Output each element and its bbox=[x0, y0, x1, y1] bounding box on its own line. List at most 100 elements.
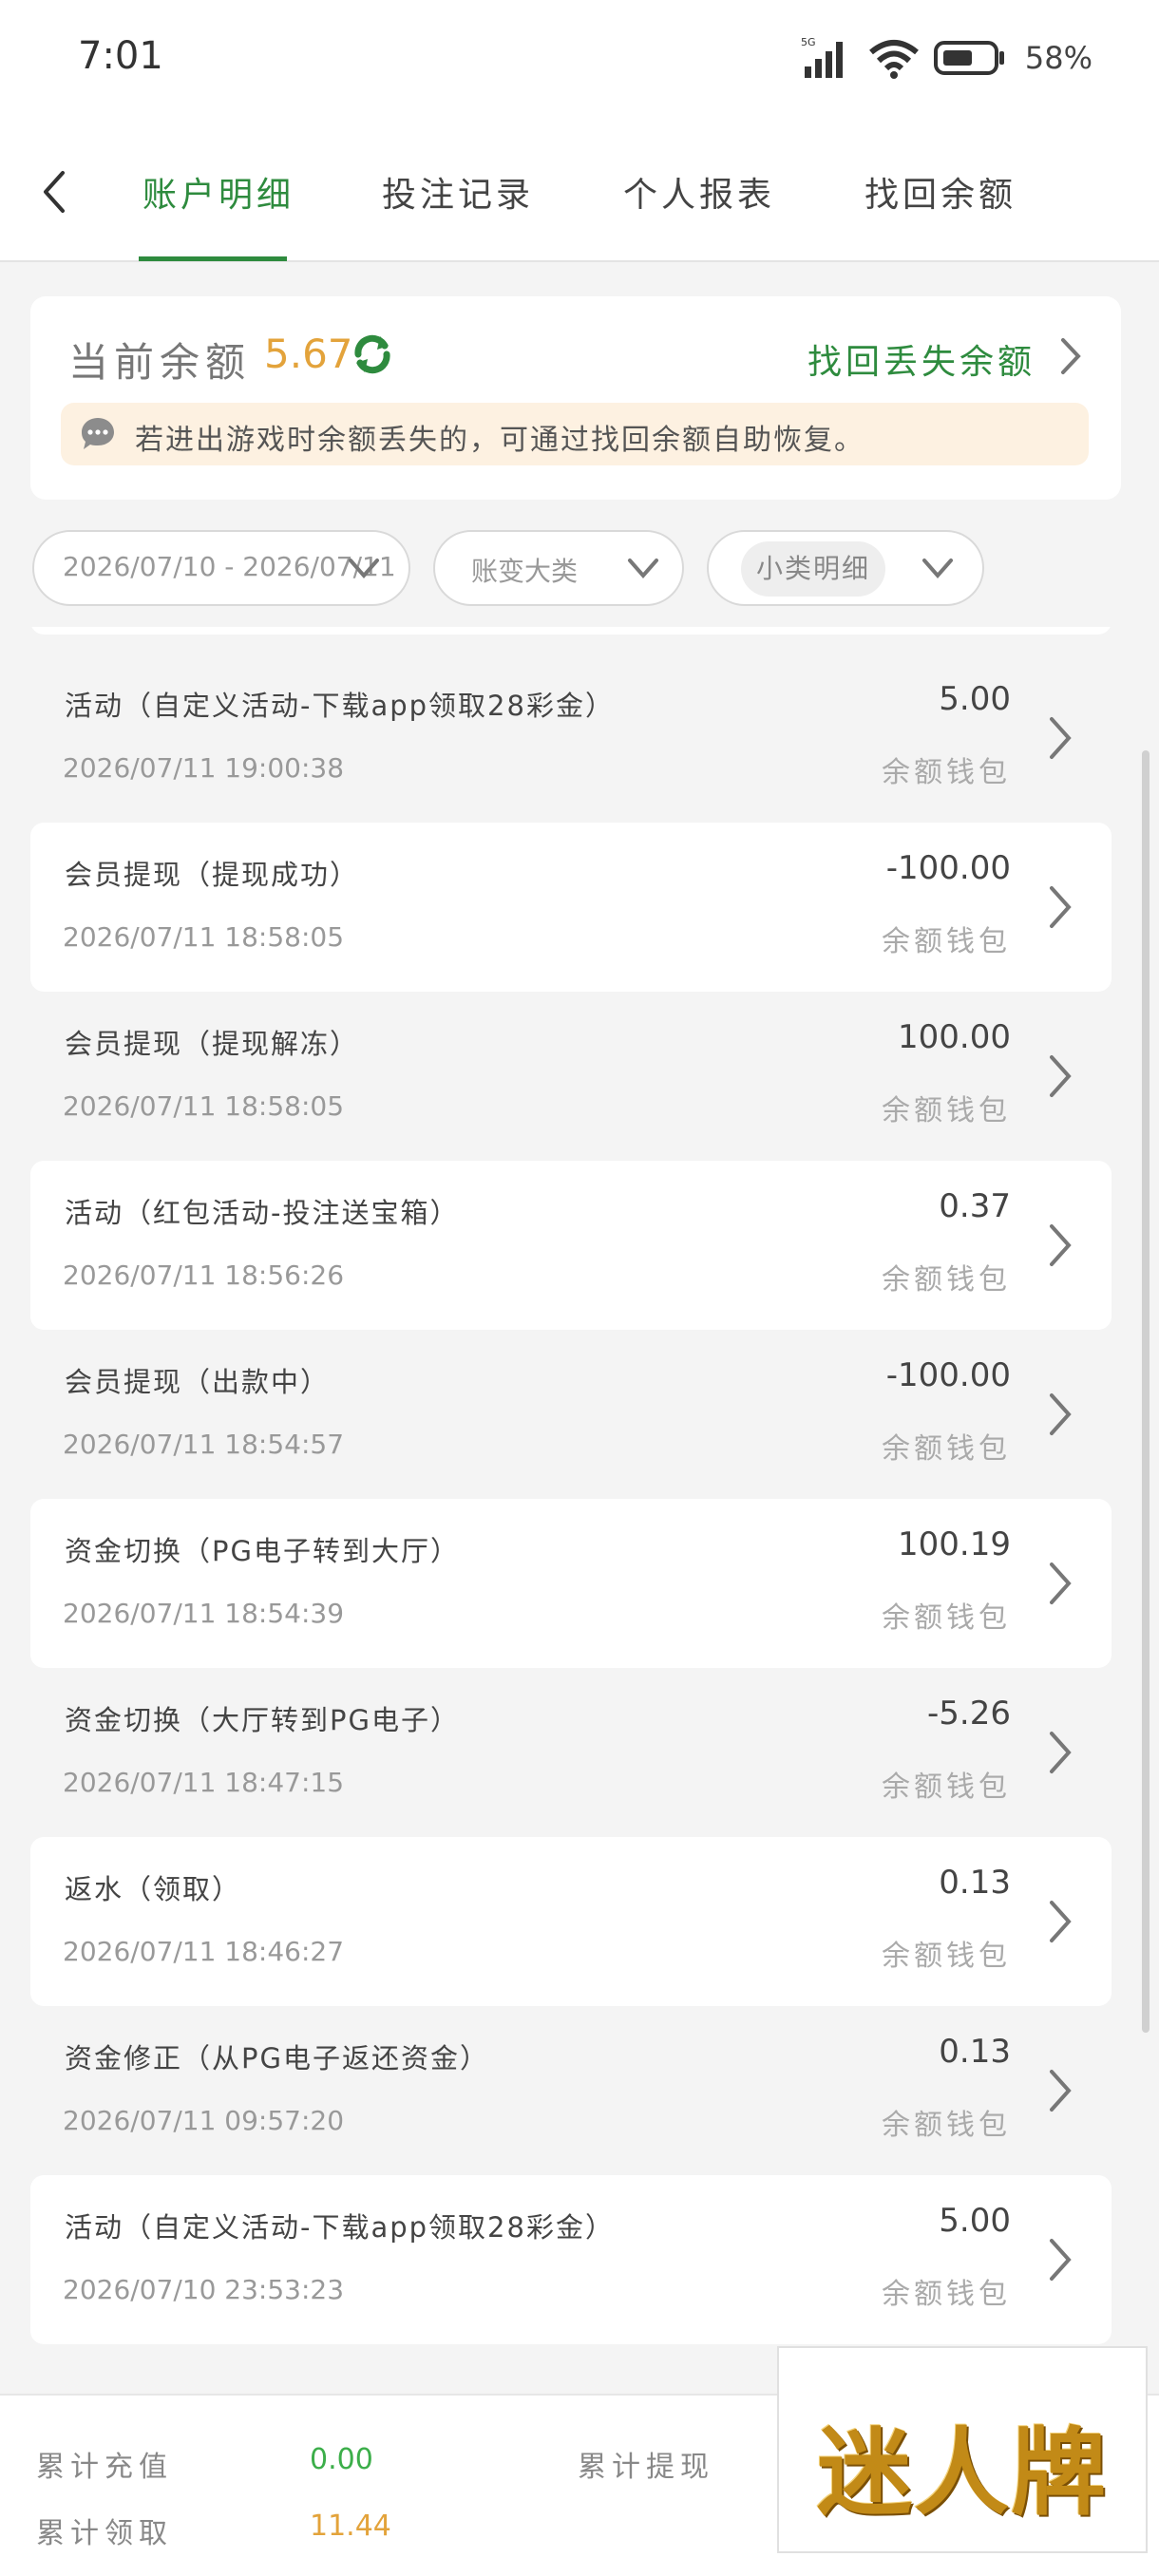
back-arrow-icon[interactable] bbox=[34, 163, 72, 220]
list-item[interactable]: 会员提现（提现解冻） 2026/07/11 18:58:05 100.00 余额… bbox=[30, 992, 1112, 1161]
header: 账户明细 投注记录 个人报表 找回余额 bbox=[0, 114, 1159, 262]
chevron-down-icon bbox=[922, 559, 953, 579]
tab-bet-records[interactable]: 投注记录 bbox=[382, 167, 534, 217]
status-icons: 5G 58% bbox=[801, 36, 1092, 80]
network-type: 5G bbox=[801, 36, 816, 48]
wallet-label: 余额钱包 bbox=[882, 1771, 1011, 1804]
transaction-time: 2026/07/11 18:54:39 bbox=[63, 1598, 345, 1629]
balance-label: 当前余额 bbox=[68, 339, 252, 386]
wallet-label: 余额钱包 bbox=[882, 925, 1011, 958]
tab-retrieve-balance[interactable]: 找回余额 bbox=[864, 167, 1016, 217]
transaction-time: 2026/07/10 23:53:23 bbox=[63, 2274, 345, 2305]
chevron-right-icon[interactable] bbox=[1058, 336, 1083, 376]
wallet-label: 余额钱包 bbox=[882, 1601, 1011, 1635]
chevron-right-icon bbox=[1050, 1224, 1072, 1266]
retrieve-lost-balance-link[interactable]: 找回丢失余额 bbox=[808, 334, 1036, 384]
claim-total-label: 累计领取 bbox=[36, 2517, 173, 2550]
list-item[interactable]: 会员提现（提现成功） 2026/07/11 18:58:05 -100.00 余… bbox=[30, 823, 1112, 992]
chevron-right-icon bbox=[1050, 717, 1072, 759]
chevron-down-icon bbox=[628, 559, 658, 579]
wallet-label: 余额钱包 bbox=[882, 1094, 1011, 1127]
list-item[interactable]: 活动（自定义活动-下载app领取28彩金） 2026/07/10 23:53:2… bbox=[30, 2175, 1112, 2344]
chevron-right-icon bbox=[1050, 1901, 1072, 1942]
transaction-time: 2026/07/11 18:46:27 bbox=[63, 1936, 345, 1967]
subcategory-filter[interactable]: 小类明细 bbox=[707, 530, 984, 606]
transaction-title: 会员提现（提现成功） bbox=[65, 859, 360, 891]
wifi-icon bbox=[868, 40, 919, 79]
transaction-title: 会员提现（出款中） bbox=[65, 1366, 331, 1398]
watermark-text: 迷人牌 bbox=[817, 2416, 1108, 2529]
transaction-time: 2026/07/11 18:58:05 bbox=[63, 1090, 345, 1122]
transaction-amount: 100.19 bbox=[898, 1525, 1011, 1563]
chevron-right-icon bbox=[1050, 1563, 1072, 1604]
chevron-right-icon bbox=[1050, 1393, 1072, 1435]
list-item[interactable]: 资金切换（PG电子转到大厅） 2026/07/11 18:54:39 100.1… bbox=[30, 1499, 1112, 1668]
list-item[interactable]: 活动（自定义活动-下载app领取28彩金） 2026/07/11 19:00:3… bbox=[30, 653, 1112, 823]
transaction-title: 返水（领取） bbox=[65, 1873, 242, 1905]
battery-percent: 58% bbox=[1024, 40, 1092, 76]
battery-icon bbox=[933, 41, 1004, 75]
chevron-right-icon bbox=[1050, 1732, 1072, 1773]
wallet-label: 余额钱包 bbox=[882, 1263, 1011, 1297]
transaction-title: 资金切换（大厅转到PG电子） bbox=[65, 1704, 460, 1736]
wallet-label: 余额钱包 bbox=[882, 756, 1011, 789]
cellular-signal-icon: 5G bbox=[801, 36, 843, 78]
watermark-logo: 迷人牌 bbox=[777, 2346, 1148, 2553]
list-item-partial bbox=[30, 627, 1112, 635]
wallet-label: 余额钱包 bbox=[882, 2278, 1011, 2311]
category-value: 账变大类 bbox=[471, 556, 579, 587]
chevron-right-icon bbox=[1050, 886, 1072, 928]
balance-value: 5.67 bbox=[264, 331, 353, 377]
transaction-title: 资金修正（从PG电子返还资金） bbox=[65, 2042, 489, 2074]
recharge-total-value: 0.00 bbox=[310, 2443, 373, 2476]
chevron-right-icon bbox=[1050, 1055, 1072, 1097]
status-bar: 7:01 5G 58% bbox=[0, 0, 1159, 114]
transaction-list[interactable]: 活动（自定义活动-下载app领取28彩金） 2026/07/11 19:00:3… bbox=[0, 627, 1159, 2394]
subcategory-pill: 小类明细 bbox=[741, 541, 886, 597]
chevron-down-icon bbox=[349, 559, 379, 579]
transaction-time: 2026/07/11 18:47:15 bbox=[63, 1767, 345, 1798]
claim-total-value: 11.44 bbox=[310, 2510, 391, 2543]
transaction-amount: 5.00 bbox=[939, 2202, 1011, 2240]
transaction-title: 会员提现（提现解冻） bbox=[65, 1028, 360, 1060]
transaction-amount: -5.26 bbox=[927, 1695, 1011, 1733]
transaction-amount: -100.00 bbox=[885, 849, 1011, 887]
transaction-title: 活动（自定义活动-下载app领取28彩金） bbox=[65, 2211, 615, 2244]
list-item[interactable]: 返水（领取） 2026/07/11 18:46:27 0.13 余额钱包 bbox=[30, 1837, 1112, 2006]
transaction-time: 2026/07/11 18:54:57 bbox=[63, 1429, 345, 1460]
transaction-amount: 0.13 bbox=[939, 1864, 1011, 1902]
recharge-total-label: 累计充值 bbox=[36, 2451, 173, 2484]
date-range-filter[interactable]: 2026/07/10 - 2026/07/11 bbox=[32, 530, 410, 606]
transaction-time: 2026/07/11 18:56:26 bbox=[63, 1260, 345, 1291]
list-item[interactable]: 会员提现（出款中） 2026/07/11 18:54:57 -100.00 余额… bbox=[30, 1330, 1112, 1499]
transaction-amount: 5.00 bbox=[939, 680, 1011, 718]
transaction-time: 2026/07/11 18:58:05 bbox=[63, 921, 345, 953]
transaction-amount: 0.37 bbox=[939, 1187, 1011, 1225]
wallet-label: 余额钱包 bbox=[882, 1432, 1011, 1466]
list-item[interactable]: 活动（红包活动-投注送宝箱） 2026/07/11 18:56:26 0.37 … bbox=[30, 1161, 1112, 1330]
notice-text: 若进出游戏时余额丢失的，可通过找回余额自助恢复。 bbox=[135, 424, 864, 457]
tab-personal-report[interactable]: 个人报表 bbox=[623, 167, 775, 217]
chat-bubble-icon bbox=[82, 418, 114, 449]
refresh-icon[interactable] bbox=[347, 329, 398, 380]
date-range-value: 2026/07/10 - 2026/07/11 bbox=[63, 551, 396, 582]
transaction-amount: 100.00 bbox=[898, 1018, 1011, 1056]
wallet-label: 余额钱包 bbox=[882, 1940, 1011, 1973]
notice-banner: 若进出游戏时余额丢失的，可通过找回余额自助恢复。 bbox=[61, 403, 1089, 465]
transaction-amount: 0.13 bbox=[939, 2033, 1011, 2071]
status-time: 7:01 bbox=[78, 34, 163, 78]
active-tab-indicator bbox=[139, 256, 287, 261]
list-scrollbar[interactable] bbox=[1142, 750, 1150, 2033]
balance-card: 当前余额 5.67 找回丢失余额 若进出游戏时余额丢失的，可通过找回余额自助恢复… bbox=[30, 296, 1121, 500]
transaction-title: 活动（红包活动-投注送宝箱） bbox=[65, 1197, 460, 1229]
transaction-time: 2026/07/11 09:57:20 bbox=[63, 2105, 345, 2136]
chevron-right-icon bbox=[1050, 2070, 1072, 2112]
subcategory-value: 小类明细 bbox=[756, 553, 871, 584]
list-item[interactable]: 资金修正（从PG电子返还资金） 2026/07/11 09:57:20 0.13… bbox=[30, 2006, 1112, 2175]
transaction-title: 活动（自定义活动-下载app领取28彩金） bbox=[65, 690, 615, 722]
withdraw-total-label: 累计提现 bbox=[578, 2451, 714, 2484]
tab-account-details[interactable]: 账户明细 bbox=[142, 167, 294, 217]
list-item[interactable]: 资金切换（大厅转到PG电子） 2026/07/11 18:47:15 -5.26… bbox=[30, 1668, 1112, 1837]
wallet-label: 余额钱包 bbox=[882, 2109, 1011, 2142]
category-filter[interactable]: 账变大类 bbox=[433, 530, 684, 606]
